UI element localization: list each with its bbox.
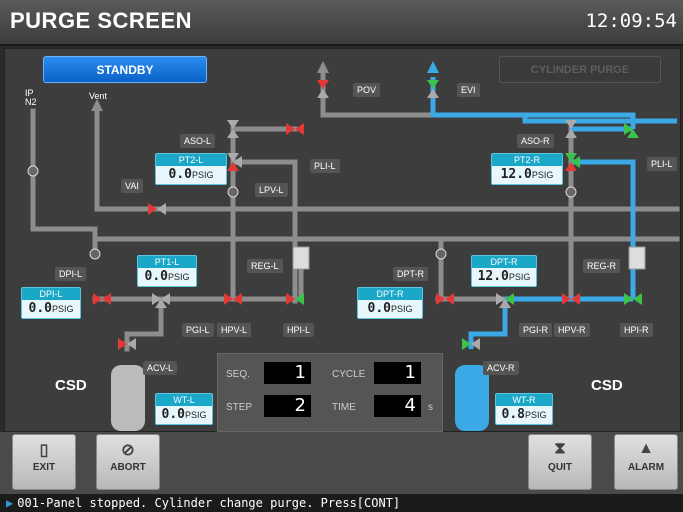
seq-value: 1: [264, 362, 311, 384]
page-title: PURGE SCREEN: [10, 8, 193, 33]
sequence-status-box: SEQ. 1 CYCLE 1 STEP 2 TIME 4 s: [217, 353, 443, 432]
header-bar: PURGE SCREEN 12:09:54: [0, 0, 683, 46]
lpv-l-tag: LPV-L: [255, 183, 288, 197]
bell-mute-icon: ⧗: [554, 440, 566, 457]
acv-l-tag: ACV-L: [143, 361, 178, 375]
gauge-pt1-l: PT1-L 0.0PSIG: [137, 255, 197, 287]
gauge-dpt-r: DPT-R 0.0PSIG: [357, 287, 423, 319]
gauge-title: DPT-R: [472, 256, 536, 268]
gauge-title: PT2-L: [156, 154, 226, 166]
footer-toolbar: ▯ EXIT ⊘ ABORT ⧗ QUIT ▲ ALARM: [0, 432, 683, 494]
vent-label: Vent: [89, 91, 108, 101]
quit-label: QUIT: [548, 462, 572, 473]
step-label: STEP: [226, 402, 253, 413]
gauge-unit: PSIG: [508, 272, 531, 282]
reg-r-tag: REG-R: [583, 259, 620, 273]
gauge-title: DPT-R: [358, 288, 422, 300]
gauge-value: 0.0: [28, 301, 52, 316]
hpv-l-tag: HPV-L: [217, 323, 252, 337]
dpi-l-tag: DPI-L: [55, 267, 87, 281]
gauge-value: 0.8: [501, 407, 525, 422]
pli-l-tag: PLI-L: [310, 159, 340, 173]
cycle-label: CYCLE: [332, 369, 366, 380]
exit-label: EXIT: [32, 462, 56, 473]
hpv-r-tag: HPV-R: [554, 323, 590, 337]
step-value: 2: [264, 395, 311, 417]
pov-tag: POV: [353, 83, 381, 97]
gauge-dpi-l: DPI-L 0.0PSIG: [21, 287, 81, 319]
gauge-title: WT-L: [156, 394, 212, 406]
abort-label: ABORT: [110, 462, 146, 473]
acv-r-tag: ACV-R: [483, 361, 519, 375]
gauge-value: 0.0: [367, 301, 391, 316]
time-unit: s: [428, 402, 433, 413]
pli-r-tag: PLI-L: [647, 157, 677, 171]
cycle-value: 1: [374, 362, 421, 384]
aso-l-tag: ASO-L: [180, 134, 216, 148]
csd-left-label: CSD: [55, 377, 87, 394]
gauge-pt2-l: PT2-L 0.0PSIG: [155, 153, 227, 185]
hpi-l-tag: HPI-L: [283, 323, 315, 337]
evi-tag: EVI: [457, 83, 480, 97]
standby-button[interactable]: STANDBY: [43, 56, 207, 83]
reg-l-tag: REG-L: [247, 259, 283, 273]
exit-icon: ▯: [39, 442, 49, 459]
gauge-title: DPI-L: [22, 288, 80, 300]
time-label: TIME: [332, 402, 356, 413]
exit-button[interactable]: ▯ EXIT: [12, 434, 76, 490]
pgi-r-tag: PGI-R: [519, 323, 553, 337]
gauge-unit: PSIG: [390, 304, 413, 314]
gauge-value: 12.0: [477, 269, 509, 284]
vai-tag: VAI: [121, 179, 143, 193]
gauge-unit: PSIG: [531, 170, 554, 180]
alarm-button[interactable]: ▲ ALARM: [614, 434, 678, 490]
gauge-pt2-r: PT2-R 12.0PSIG: [491, 153, 563, 185]
gauge-value: 0.0: [161, 407, 185, 422]
gauge-wt-l: WT-L 0.0PSIG: [155, 393, 213, 425]
gauge-title: PT2-R: [492, 154, 562, 166]
gauge-dpt-r-top: DPT-R 12.0PSIG: [471, 255, 537, 287]
gauge-title: PT1-L: [138, 256, 196, 268]
time-value: 4: [374, 395, 421, 417]
abort-button[interactable]: ⊘ ABORT: [96, 434, 160, 490]
status-bar: ▶ 001-Panel stopped. Cylinder change purg…: [0, 494, 683, 512]
hpi-r-tag: HPI-R: [620, 323, 653, 337]
purge-diagram-panel: STANDBY CYLINDER PURGE IP N2 Vent POV EV…: [4, 48, 681, 432]
status-arrow-icon: ▶: [6, 496, 14, 510]
status-message: 001-Panel stopped. Cylinder change purge…: [17, 496, 401, 510]
gauge-unit: PSIG: [524, 410, 547, 420]
clock: 12:09:54: [585, 10, 677, 32]
pgi-l-tag: PGI-L: [182, 323, 214, 337]
csd-right-label: CSD: [591, 377, 623, 394]
gauge-title: WT-R: [496, 394, 552, 406]
ip-n2-label: IP N2: [25, 88, 37, 107]
seq-label: SEQ.: [226, 369, 250, 380]
alarm-label: ALARM: [627, 462, 665, 473]
abort-icon: ⊘: [121, 442, 135, 459]
gauge-unit: PSIG: [191, 170, 214, 180]
aso-r-tag: ASO-R: [517, 134, 554, 148]
gauge-value: 0.0: [144, 269, 168, 284]
bell-icon: ▲: [638, 440, 654, 457]
gauge-unit: PSIG: [51, 304, 74, 314]
gauge-value: 0.0: [168, 167, 192, 182]
dpt-r-tag: DPT-R: [393, 267, 428, 281]
quit-button[interactable]: ⧗ QUIT: [528, 434, 592, 490]
gauge-wt-r: WT-R 0.8PSIG: [495, 393, 553, 425]
gauge-value: 12.0: [500, 167, 532, 182]
gauge-unit: PSIG: [184, 410, 207, 420]
gauge-unit: PSIG: [167, 272, 190, 282]
cylinder-purge-button[interactable]: CYLINDER PURGE: [499, 56, 661, 83]
